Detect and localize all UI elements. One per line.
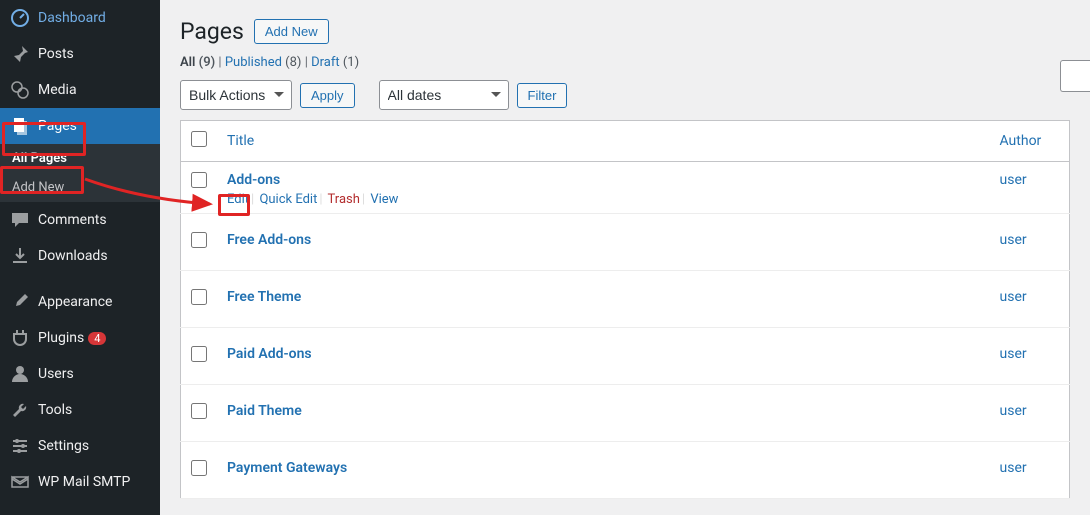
- sliders-icon: [10, 436, 30, 456]
- media-icon: [10, 80, 30, 100]
- sidebar-item-tools[interactable]: Tools: [0, 392, 160, 428]
- apply-button[interactable]: Apply: [300, 83, 355, 108]
- submenu-all-pages[interactable]: All Pages: [0, 144, 160, 173]
- sidebar-item-label: WP Mail SMTP: [38, 474, 130, 490]
- wrench-icon: [10, 400, 30, 420]
- brush-icon: [10, 292, 30, 312]
- bulk-actions-select[interactable]: Bulk Actions: [180, 80, 292, 110]
- author-link[interactable]: user: [1000, 232, 1027, 248]
- column-title[interactable]: Title: [227, 133, 254, 149]
- page-title-link[interactable]: Add-ons: [227, 172, 280, 188]
- page-icon: [10, 116, 30, 136]
- table-row: Paid Theme user: [181, 385, 1070, 442]
- row-checkbox[interactable]: [191, 460, 207, 476]
- page-title-link[interactable]: Payment Gateways: [227, 460, 347, 476]
- add-new-button[interactable]: Add New: [254, 19, 329, 44]
- sidebar-item-wpmailsmtp[interactable]: WP Mail SMTP: [0, 464, 160, 500]
- update-badge: 4: [88, 332, 106, 345]
- submenu-add-new[interactable]: Add New: [0, 173, 160, 202]
- edit-link[interactable]: Edit: [227, 192, 249, 207]
- comment-icon: [10, 210, 30, 230]
- table-row: Add-ons Edit| Quick Edit| Trash| View us…: [181, 162, 1070, 214]
- sidebar-item-label: Users: [38, 366, 74, 382]
- quick-edit-link[interactable]: Quick Edit: [259, 192, 317, 207]
- sidebar-item-label: Tools: [38, 402, 72, 418]
- row-checkbox[interactable]: [191, 232, 207, 248]
- admin-sidebar: Dashboard Posts Media Pages All Pages Ad…: [0, 0, 160, 515]
- pages-submenu: All Pages Add New: [0, 144, 160, 202]
- view-link[interactable]: View: [370, 192, 398, 207]
- author-link[interactable]: user: [1000, 403, 1027, 419]
- row-checkbox[interactable]: [191, 346, 207, 362]
- trash-link[interactable]: Trash: [328, 192, 360, 207]
- filter-draft[interactable]: Draft (1): [311, 55, 359, 70]
- page-title: Pages: [180, 18, 244, 45]
- row-checkbox[interactable]: [191, 172, 207, 188]
- table-row: Payment Gateways user: [181, 442, 1070, 499]
- sidebar-item-plugins[interactable]: Plugins 4: [0, 320, 160, 356]
- sidebar-item-comments[interactable]: Comments: [0, 202, 160, 238]
- sidebar-item-label: Plugins: [38, 330, 84, 346]
- sidebar-item-label: Downloads: [38, 248, 108, 264]
- sidebar-item-media[interactable]: Media: [0, 72, 160, 108]
- sidebar-item-label: Posts: [38, 46, 74, 62]
- pages-table: Title Author Add-ons Edit| Quick Edit| T…: [180, 120, 1070, 499]
- author-link[interactable]: user: [1000, 460, 1027, 476]
- author-link[interactable]: user: [1000, 172, 1027, 188]
- page-title-link[interactable]: Free Add-ons: [227, 232, 311, 248]
- sidebar-item-label: Dashboard: [38, 10, 106, 26]
- sidebar-item-label: Media: [38, 82, 77, 98]
- mail-icon: [10, 472, 30, 492]
- filter-button[interactable]: Filter: [517, 83, 568, 108]
- column-author: Author: [990, 121, 1070, 162]
- sidebar-item-users[interactable]: Users: [0, 356, 160, 392]
- table-row: Free Theme user: [181, 271, 1070, 328]
- row-actions: Edit| Quick Edit| Trash| View: [227, 192, 980, 207]
- author-link[interactable]: user: [1000, 346, 1027, 362]
- row-checkbox[interactable]: [191, 289, 207, 305]
- sidebar-item-appearance[interactable]: Appearance: [0, 284, 160, 320]
- row-checkbox[interactable]: [191, 403, 207, 419]
- sidebar-item-dashboard[interactable]: Dashboard: [0, 0, 160, 36]
- search-input[interactable]: [1060, 60, 1090, 92]
- pin-icon: [10, 44, 30, 64]
- plugin-icon: [10, 328, 30, 348]
- select-all-checkbox[interactable]: [191, 131, 207, 147]
- main-content: Pages Add New All (9) | Published (8) | …: [160, 0, 1090, 515]
- table-row: Free Add-ons user: [181, 214, 1070, 271]
- sidebar-item-posts[interactable]: Posts: [0, 36, 160, 72]
- author-link[interactable]: user: [1000, 289, 1027, 305]
- page-title-link[interactable]: Free Theme: [227, 289, 301, 305]
- page-title-link[interactable]: Paid Theme: [227, 403, 302, 419]
- sidebar-item-label: Pages: [38, 118, 77, 134]
- sidebar-item-downloads[interactable]: Downloads: [0, 238, 160, 274]
- filter-published[interactable]: Published (8): [225, 55, 302, 70]
- sidebar-item-settings[interactable]: Settings: [0, 428, 160, 464]
- filter-all[interactable]: All (9): [180, 55, 215, 70]
- download-icon: [10, 246, 30, 266]
- sidebar-item-label: Settings: [38, 438, 89, 454]
- dashboard-icon: [10, 8, 30, 28]
- sidebar-item-label: Appearance: [38, 294, 112, 310]
- user-icon: [10, 364, 30, 384]
- page-title-link[interactable]: Paid Add-ons: [227, 346, 312, 362]
- sidebar-item-label: Comments: [38, 212, 107, 228]
- status-filters: All (9) | Published (8) | Draft (1): [180, 55, 1070, 70]
- table-row: Paid Add-ons user: [181, 328, 1070, 385]
- sidebar-item-pages[interactable]: Pages: [0, 108, 160, 144]
- date-filter-select[interactable]: All dates: [379, 80, 509, 110]
